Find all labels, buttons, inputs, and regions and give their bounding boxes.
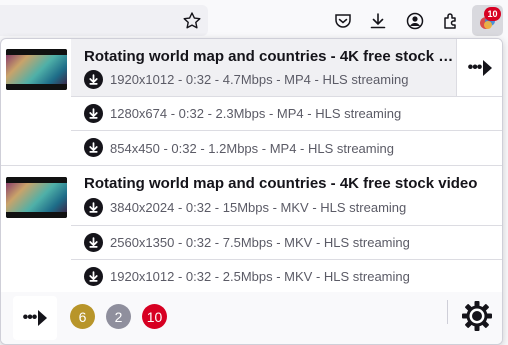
video-thumbnail xyxy=(6,49,67,90)
pocket-icon[interactable] xyxy=(330,8,356,34)
variant-row[interactable]: Rotating world map and countries - 4K fr… xyxy=(71,39,502,96)
video-thumbnail xyxy=(6,177,67,218)
variant-info: 1920x1012 - 0:32 - 2.5Mbps - MKV - HLS s… xyxy=(110,269,410,284)
variant-info: 854x450 - 0:32 - 1.2Mbps - MP4 - HLS str… xyxy=(110,141,394,156)
thumbnail-column xyxy=(1,166,71,293)
download-icon[interactable] xyxy=(365,8,391,34)
more-dots-icon: ••• xyxy=(22,309,38,326)
footer-divider xyxy=(447,300,448,324)
download-icon[interactable] xyxy=(84,267,103,286)
count-badge-red[interactable]: 10 xyxy=(142,304,167,329)
variant-row[interactable]: 2560x1350 - 0:32 - 7.5Mbps - MKV - HLS s… xyxy=(71,225,502,259)
video-title: Rotating world map and countries - 4K fr… xyxy=(84,175,478,192)
video-group: Rotating world map and countries - 4K fr… xyxy=(1,165,502,293)
extensions-icon[interactable] xyxy=(438,8,464,34)
variant-info: 2560x1350 - 0:32 - 7.5Mbps - MKV - HLS s… xyxy=(110,235,410,250)
variant-row[interactable]: 1920x1012 - 0:32 - 2.5Mbps - MKV - HLS s… xyxy=(71,259,502,293)
extension-badge-count: 10 xyxy=(484,7,501,21)
url-bar[interactable] xyxy=(0,5,208,36)
variant-info: 3840x2024 - 0:32 - 15Mbps - MKV - HLS st… xyxy=(110,200,407,215)
variant-row[interactable]: 1280x674 - 0:32 - 2.3Mbps - MP4 - HLS st… xyxy=(71,96,502,130)
count-badge-gray[interactable]: 2 xyxy=(106,304,131,329)
star-icon[interactable] xyxy=(179,8,205,34)
footer-menu-button[interactable]: ••• xyxy=(13,296,57,340)
download-icon[interactable] xyxy=(84,198,103,217)
thumbnail-column xyxy=(1,39,71,165)
variant-info: 1280x674 - 0:32 - 2.3Mbps - MP4 - HLS st… xyxy=(110,106,402,121)
download-icon[interactable] xyxy=(84,138,103,157)
more-actions-button[interactable]: ••• xyxy=(456,39,502,96)
variant-row[interactable]: Rotating world map and countries - 4K fr… xyxy=(71,166,502,225)
download-icon[interactable] xyxy=(84,233,103,252)
settings-gear-icon[interactable] xyxy=(461,300,493,332)
play-arrow-icon xyxy=(38,310,48,326)
play-arrow-icon xyxy=(483,59,493,76)
account-icon[interactable] xyxy=(402,8,428,34)
video-title: Rotating world map and countries - 4K fr… xyxy=(84,48,459,65)
video-group: Rotating world map and countries - 4K fr… xyxy=(1,39,502,165)
count-badge-gold[interactable]: 6 xyxy=(70,304,95,329)
browser-toolbar: 10 xyxy=(0,0,508,40)
variant-row[interactable]: 854x450 - 0:32 - 1.2Mbps - MP4 - HLS str… xyxy=(71,130,502,165)
download-icon[interactable] xyxy=(84,70,103,89)
download-icon[interactable] xyxy=(84,104,103,123)
popup-footer: ••• 6 2 10 xyxy=(1,292,502,344)
downloader-popup: Rotating world map and countries - 4K fr… xyxy=(0,38,503,345)
more-dots-icon: ••• xyxy=(467,58,483,76)
variant-info: 1920x1012 - 0:32 - 4.7Mbps - MP4 - HLS s… xyxy=(110,72,409,87)
